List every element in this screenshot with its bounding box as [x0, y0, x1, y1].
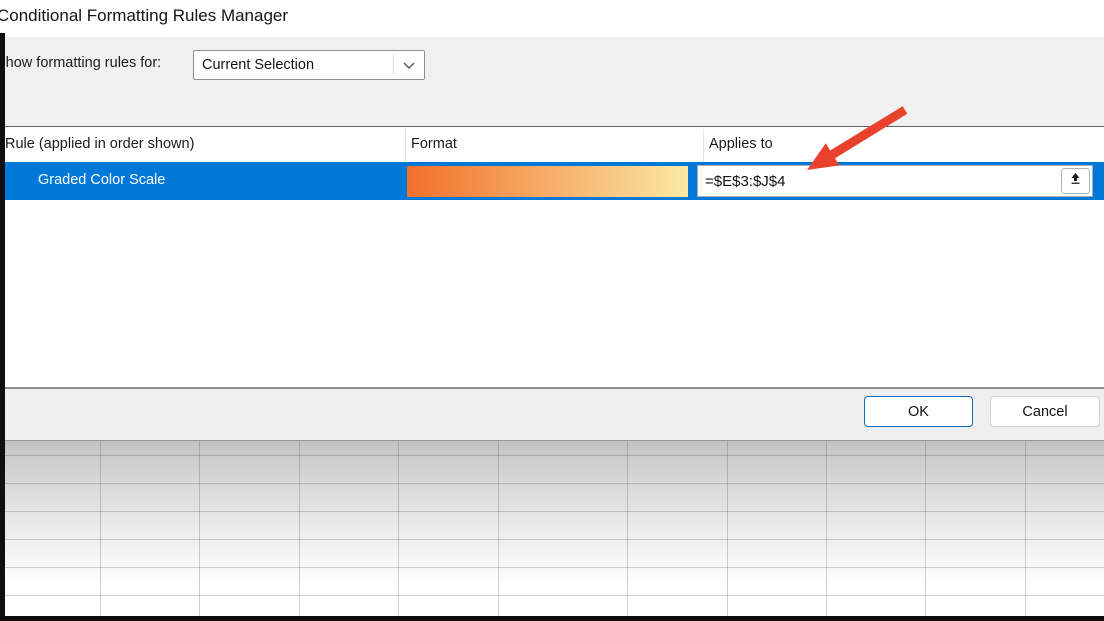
applies-to-range-input[interactable]: =$E$3:$J$4 [697, 165, 1093, 197]
header-format: Format [411, 136, 457, 152]
cancel-button[interactable]: Cancel [990, 396, 1100, 427]
screenshot-root: Conditional Formatting Rules Manager Sho… [0, 0, 1104, 621]
header-divider [405, 129, 406, 162]
chevron-down-icon [393, 55, 424, 75]
rules-list: Rule (applied in order shown) Format App… [0, 127, 1104, 387]
collapse-dialog-button[interactable] [1061, 168, 1090, 194]
scope-dropdown-value: Current Selection [194, 57, 393, 73]
rule-name: Graded Color Scale [38, 172, 165, 188]
scope-dropdown[interactable]: Current Selection [193, 50, 425, 80]
collapse-range-icon [1069, 172, 1082, 190]
rule-row-selected[interactable]: Graded Color Scale =$E$3:$J$4 [0, 162, 1104, 200]
header-rule: Rule (applied in order shown) [5, 136, 194, 152]
rules-list-header: Rule (applied in order shown) Format App… [0, 127, 1104, 162]
dialog-title: Conditional Formatting Rules Manager [0, 6, 288, 26]
crop-edge-bottom [0, 616, 1104, 621]
crop-edge-left [0, 33, 5, 621]
header-divider [703, 129, 704, 162]
header-applies-to: Applies to [709, 136, 773, 152]
format-preview-gradient [407, 166, 688, 197]
conditional-formatting-rules-manager-dialog: Conditional Formatting Rules Manager Sho… [0, 0, 1104, 440]
dialog-footer: OK Cancel [0, 389, 1104, 440]
show-rules-for-label: Show formatting rules for: [0, 55, 161, 71]
applies-to-value: =$E$3:$J$4 [698, 173, 1061, 190]
ok-button[interactable]: OK [864, 396, 973, 427]
dialog-upper-band: Show formatting rules for: Current Selec… [0, 37, 1104, 127]
spreadsheet-rows [0, 441, 1104, 620]
spreadsheet-background [0, 440, 1104, 621]
